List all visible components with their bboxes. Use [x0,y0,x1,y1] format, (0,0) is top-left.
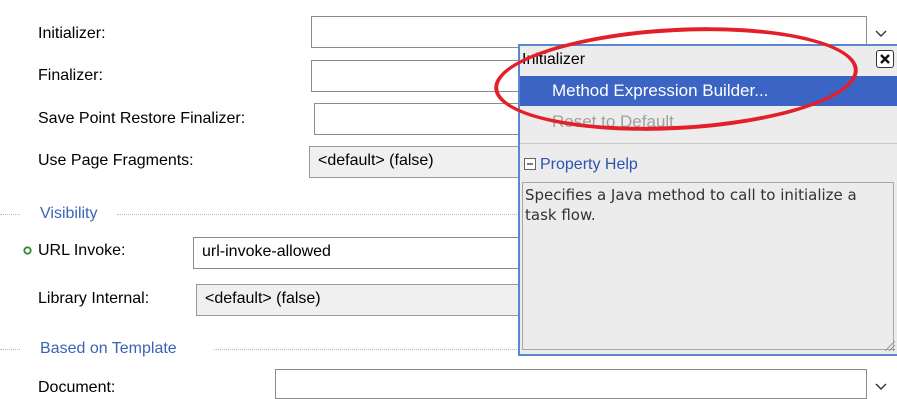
finalizer-input[interactable] [311,60,521,92]
save-point-restore-finalizer-label: Save Point Restore Finalizer: [38,110,246,127]
library-internal-label: Library Internal: [38,290,150,307]
initializer-label: Initializer: [38,25,106,42]
resize-grip-icon[interactable] [882,338,896,352]
based-on-template-section-header[interactable]: Based on Template [18,339,177,359]
visibility-section-header[interactable]: Visibility [18,204,98,224]
finalizer-label: Finalizer: [38,67,103,84]
library-internal-select[interactable]: <default> (false) [196,284,521,316]
chevron-down-icon[interactable] [874,379,888,393]
menu-separator [520,143,897,144]
method-expression-builder-menu-item[interactable]: Method Expression Builder... [520,76,897,106]
use-page-fragments-label: Use Page Fragments: [38,152,194,169]
use-page-fragments-select[interactable]: <default> (false) [309,146,521,178]
save-point-restore-finalizer-input[interactable] [314,103,521,135]
property-help-text: Specifies a Java method to call to initi… [522,182,894,350]
document-input[interactable] [275,369,867,399]
property-context-popup: Initializer Method Expression Builder...… [518,44,897,356]
popup-title: Initializer [522,51,586,68]
section-divider [0,349,20,350]
document-label: Document: [38,379,116,396]
url-invoke-label: URL Invoke: [38,242,126,259]
modified-indicator-icon [23,246,32,255]
reset-to-default-menu-item[interactable]: Reset to Default [552,110,674,134]
property-help-label: Property Help [540,156,638,173]
collapse-icon[interactable] [524,158,536,170]
chevron-down-icon[interactable] [874,26,888,40]
url-invoke-select[interactable]: url-invoke-allowed [193,237,521,269]
section-divider [117,214,519,215]
close-icon[interactable] [876,50,894,68]
property-help-header[interactable]: Property Help [524,154,638,176]
section-divider [214,349,519,350]
section-divider [0,214,20,215]
